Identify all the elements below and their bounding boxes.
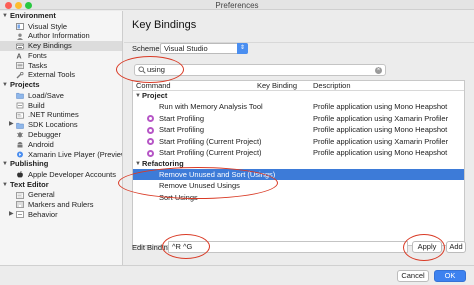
column-header-command[interactable]: Command	[136, 81, 171, 91]
disclosure-open-icon[interactable]: ▼	[2, 180, 8, 191]
table-row[interactable]: Start Profiling (Current Project) Profil…	[133, 136, 464, 148]
sidebar-item-key-bindings[interactable]: Key Bindings	[0, 41, 122, 51]
sidebar: ▼ Environment Visual Style Author Inform…	[0, 11, 123, 265]
add-button[interactable]: Add	[446, 241, 466, 253]
description-cell: Profile application using Mono Heapshot	[313, 148, 448, 157]
sidebar-item-tasks[interactable]: Tasks	[0, 61, 122, 71]
page-title: Key Bindings	[132, 19, 197, 31]
disclosure-closed-icon[interactable]: ▶	[9, 210, 14, 220]
scheme-select[interactable]: Visual Studio ⇕	[160, 43, 248, 54]
description-cell: Profile application using Mono Heapshot	[313, 102, 448, 111]
disclosure-open-icon[interactable]: ▼	[135, 159, 141, 169]
runtime-icon	[16, 112, 24, 119]
sidebar-item-load-save[interactable]: Load/Save	[0, 91, 122, 101]
disclosure-open-icon[interactable]: ▼	[2, 159, 8, 170]
live-player-icon	[17, 151, 23, 158]
disclosure-closed-icon[interactable]: ▶	[9, 120, 14, 130]
command-cell: Start Profiling (Current Project)	[159, 148, 262, 157]
markers-icon	[16, 201, 24, 209]
sidebar-section-projects[interactable]: ▼ Projects	[0, 80, 122, 91]
sidebar-item-sdk-locations[interactable]: ▶ SDK Locations	[0, 120, 122, 130]
disclosure-open-icon[interactable]: ▼	[135, 91, 141, 101]
sidebar-item-fonts[interactable]: A Fonts	[0, 51, 122, 61]
tasks-icon	[16, 62, 24, 70]
apply-button[interactable]: Apply	[412, 241, 442, 253]
search-field[interactable]: using ×	[134, 64, 386, 76]
command-cell: Start Profiling	[159, 113, 205, 123]
title-bar: Preferences	[0, 0, 474, 10]
sidebar-item-author-information[interactable]: Author Information	[0, 31, 122, 41]
column-header-description[interactable]: Description	[313, 81, 351, 91]
sidebar-section-text-editor[interactable]: ▼ Text Editor	[0, 180, 122, 191]
sidebar-item-xamarin-live-player[interactable]: Xamarin Live Player (Preview)	[0, 150, 122, 160]
disclosure-open-icon[interactable]: ▼	[2, 80, 8, 91]
folder-icon	[16, 93, 24, 100]
command-cell: Sort Usings	[159, 192, 198, 202]
command-cell: Remove Unused and Sort (Usings)	[159, 169, 276, 179]
table-row[interactable]: Run with Memory Analysis Tool Profile ap…	[133, 101, 464, 113]
column-header-key-binding[interactable]: Key Binding	[257, 81, 297, 91]
table-row[interactable]: Remove Unused Usings	[133, 180, 464, 192]
build-icon	[16, 102, 24, 109]
table-header: Command Key Binding Description	[133, 81, 464, 91]
key-bindings-table: Command Key Binding Description ▼ Projec…	[132, 80, 465, 246]
keyboard-icon	[16, 43, 24, 49]
table-row-selected[interactable]: Remove Unused and Sort (Usings)	[133, 168, 464, 180]
text-editor-icon	[16, 191, 24, 199]
sidebar-item-general[interactable]: General	[0, 190, 122, 200]
command-cell: Start Profiling (Current Project)	[159, 136, 262, 146]
search-icon	[138, 66, 146, 74]
debugger-icon	[16, 132, 24, 138]
profiler-icon	[147, 149, 154, 157]
profiler-icon	[147, 115, 154, 122]
description-cell: Profile application using Xamarin Profil…	[313, 136, 449, 146]
group-refactoring[interactable]: ▼ Refactoring	[133, 159, 464, 169]
table-row[interactable]: Start Profiling (Current Project) Profil…	[133, 147, 464, 159]
clear-search-icon[interactable]: ×	[375, 66, 382, 74]
window-title: Preferences	[215, 0, 259, 10]
description-cell: Profile application using Xamarin Profil…	[313, 113, 449, 123]
apple-icon	[17, 171, 23, 178]
profiler-icon	[147, 126, 154, 134]
scheme-label: Scheme:	[132, 44, 162, 53]
fonts-icon: A	[17, 54, 22, 60]
tools-icon	[16, 71, 24, 79]
sidebar-item-behavior[interactable]: ▶ Behavior	[0, 210, 122, 220]
disclosure-open-icon[interactable]: ▼	[2, 11, 8, 22]
scheme-value: Visual Studio	[164, 44, 208, 53]
behavior-icon	[16, 211, 24, 219]
table-row[interactable]: Sort Usings	[133, 192, 464, 204]
sidebar-item-visual-style[interactable]: Visual Style	[0, 22, 122, 32]
group-project[interactable]: ▼ Project	[133, 91, 464, 101]
edit-binding-input[interactable]: ^R ^G	[168, 241, 408, 253]
sidebar-item-debugger[interactable]: Debugger	[0, 130, 122, 140]
author-icon	[17, 33, 23, 40]
key-bindings-panel: Key Bindings Scheme: Visual Studio ⇕ usi…	[124, 11, 474, 265]
android-icon	[17, 142, 23, 148]
cancel-button[interactable]: Cancel	[397, 270, 429, 282]
dialog-footer: Cancel OK	[0, 265, 474, 285]
sidebar-item-external-tools[interactable]: External Tools	[0, 70, 122, 80]
sidebar-section-environment[interactable]: ▼ Environment	[0, 11, 122, 22]
sidebar-item-apple-developer-accounts[interactable]: Apple Developer Accounts	[0, 170, 122, 180]
command-cell: Run with Memory Analysis Tool	[159, 102, 263, 111]
command-cell: Remove Unused Usings	[159, 181, 240, 190]
sidebar-item-net-runtimes[interactable]: .NET Runtimes	[0, 110, 122, 120]
folder-icon	[16, 122, 24, 129]
search-input[interactable]: using	[147, 65, 165, 75]
table-row[interactable]: Start Profiling Profile application usin…	[133, 113, 464, 125]
profiler-icon	[147, 138, 154, 145]
edit-binding-label: Edit Binding	[132, 243, 173, 252]
chevron-updown-icon[interactable]: ⇕	[237, 43, 248, 54]
sidebar-item-build[interactable]: Build	[0, 101, 122, 111]
table-row[interactable]: Start Profiling Profile application usin…	[133, 124, 464, 136]
sidebar-section-publishing[interactable]: ▼ Publishing	[0, 159, 122, 170]
visual-style-icon	[16, 23, 24, 30]
sidebar-item-android[interactable]: Android	[0, 140, 122, 150]
sidebar-item-markers-and-rulers[interactable]: Markers and Rulers	[0, 200, 122, 210]
ok-button[interactable]: OK	[434, 270, 466, 282]
command-cell: Start Profiling	[159, 125, 205, 134]
svg-text:A: A	[17, 54, 22, 60]
description-cell: Profile application using Mono Heapshot	[313, 125, 448, 134]
